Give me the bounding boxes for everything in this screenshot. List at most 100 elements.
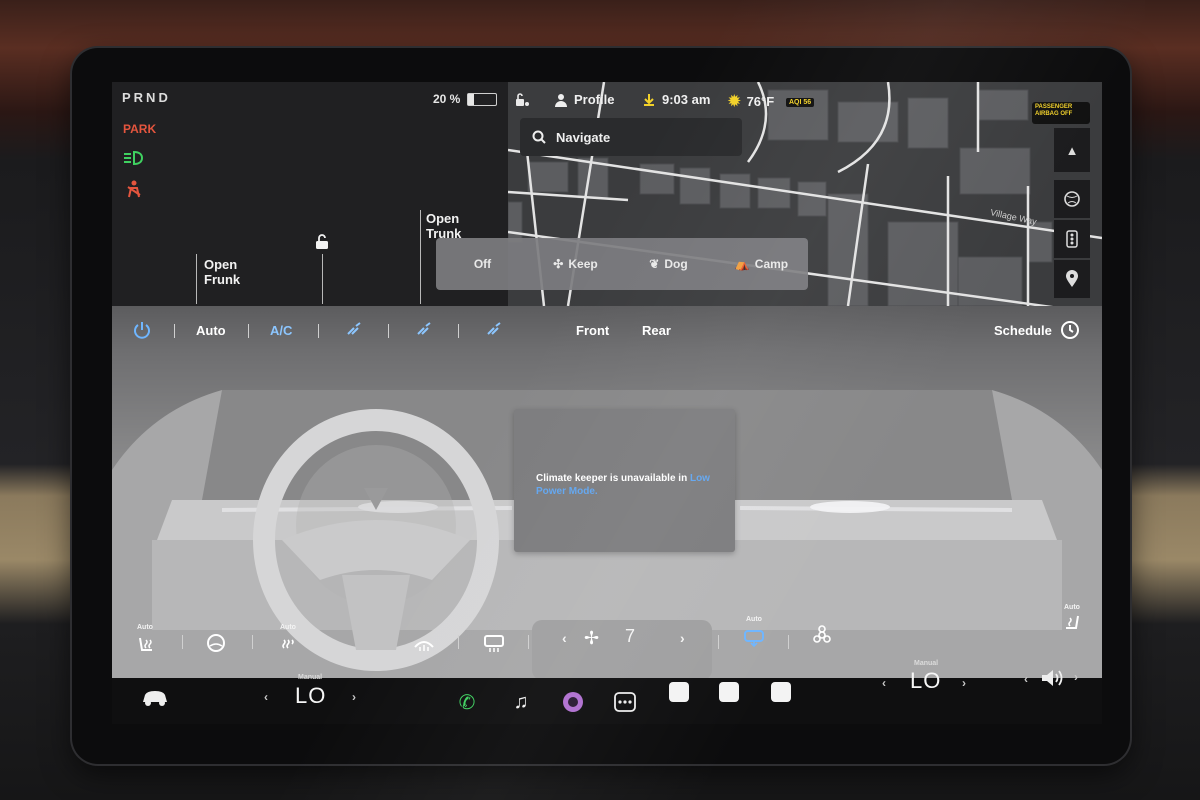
passenger-temperature[interactable]: LO bbox=[910, 668, 941, 694]
keeper-off-label: Off bbox=[473, 257, 492, 271]
profile-icon bbox=[555, 93, 567, 107]
app-shortcut-1[interactable] bbox=[669, 682, 689, 702]
separator bbox=[528, 635, 529, 649]
frunk-label: Open Frunk bbox=[204, 257, 241, 287]
profile-button[interactable]: Profile bbox=[554, 92, 614, 107]
fan-icon: ✣ bbox=[553, 257, 564, 271]
navigate-placeholder: Navigate bbox=[556, 129, 611, 145]
center-info-screen: Climate keeper is unavailable in Low Pow… bbox=[514, 409, 735, 552]
steering-heater-icon[interactable] bbox=[204, 632, 228, 654]
gear-selector[interactable]: PRND bbox=[122, 90, 171, 105]
recirculate-auto-label: Auto bbox=[746, 616, 762, 623]
auto-button[interactable]: Auto bbox=[196, 323, 226, 338]
keeper-option-keep[interactable]: ✣ Keep bbox=[529, 238, 622, 290]
separator bbox=[318, 324, 319, 338]
open-trunk-button[interactable]: Open Trunk bbox=[426, 211, 461, 241]
camera-icon bbox=[563, 692, 583, 712]
rear-tab[interactable]: Rear bbox=[642, 323, 671, 338]
climate-controls: Auto A/C Front Rear Schedule Climate kee… bbox=[112, 306, 1102, 678]
music-app[interactable]: ♫ bbox=[508, 689, 534, 715]
clock-icon[interactable] bbox=[1060, 320, 1080, 340]
traffic-button[interactable] bbox=[1054, 220, 1090, 258]
navigate-search-box[interactable]: Navigate bbox=[520, 118, 742, 156]
music-note-icon: ♫ bbox=[513, 690, 529, 713]
car-menu-icon[interactable] bbox=[140, 686, 170, 710]
profile-label: Profile bbox=[574, 92, 615, 107]
right-temp-mode: Manual bbox=[914, 660, 939, 667]
front-tab[interactable]: Front bbox=[576, 323, 609, 338]
keeper-dog-label: Dog bbox=[664, 257, 688, 271]
fan-icon: ✢ bbox=[584, 628, 600, 648]
front-defrost-icon[interactable] bbox=[412, 632, 436, 654]
seat-heat-auto-label: Auto bbox=[137, 624, 153, 631]
app-shortcut-3[interactable] bbox=[771, 682, 791, 702]
more-apps-button[interactable] bbox=[612, 689, 638, 715]
tent-icon: ⛺ bbox=[734, 257, 750, 271]
climate-top-row: Auto A/C Front Rear Schedule bbox=[112, 306, 1102, 356]
rear-defrost-icon[interactable] bbox=[482, 632, 506, 654]
separator bbox=[458, 324, 459, 338]
seat-heat-auto-label-2: Auto bbox=[280, 624, 296, 631]
phone-icon: ✆ bbox=[458, 691, 476, 714]
driver-seat-heater-icon[interactable] bbox=[134, 634, 158, 656]
right-temp-decrease[interactable]: ‹ bbox=[882, 676, 886, 690]
bottom-dock bbox=[112, 678, 1102, 724]
paw-icon: ❦ bbox=[649, 257, 660, 271]
search-icon bbox=[532, 130, 546, 144]
volume-decrease[interactable]: ‹ bbox=[1024, 672, 1028, 686]
sun-icon: ✹ bbox=[728, 93, 741, 110]
park-indicator: PARK bbox=[123, 122, 157, 136]
weather: ✹ 76°F bbox=[728, 92, 774, 110]
separator bbox=[252, 635, 253, 649]
trunk-leader-line bbox=[420, 210, 421, 304]
left-temp-increase[interactable]: › bbox=[352, 690, 356, 704]
passenger-seat-heater-icon[interactable] bbox=[276, 634, 300, 656]
keeper-option-off[interactable]: Off bbox=[436, 238, 529, 290]
bioweapon-defense-icon[interactable] bbox=[810, 624, 834, 646]
airflow-feet-icon[interactable] bbox=[414, 320, 434, 340]
left-temp-mode: Manual bbox=[298, 674, 323, 681]
touchscreen: PRND PARK 20 % Open Frunk Open Trunk Vil… bbox=[112, 82, 1102, 724]
separator bbox=[788, 635, 789, 649]
volume-icon[interactable] bbox=[1040, 668, 1066, 688]
car-lock-status-icon[interactable] bbox=[514, 92, 530, 108]
keeper-option-dog[interactable]: ❦ Dog bbox=[622, 238, 715, 290]
passenger-airbag-status: PASSENGER AIRBAG OFF bbox=[1032, 102, 1090, 124]
right-temp-increase[interactable]: › bbox=[962, 676, 966, 690]
fan-speed-value: 7 bbox=[625, 626, 636, 646]
unlock-icon[interactable] bbox=[315, 234, 329, 250]
map-layers-button[interactable] bbox=[1054, 180, 1090, 218]
traffic-light-icon bbox=[1066, 230, 1078, 248]
power-icon[interactable] bbox=[132, 320, 152, 340]
fan-increase-button[interactable]: › bbox=[680, 630, 685, 646]
airflow-face-icon[interactable] bbox=[344, 320, 364, 340]
message-text: Climate keeper is unavailable in bbox=[536, 473, 688, 484]
location-pin-icon bbox=[1066, 270, 1078, 287]
map-pin-button[interactable] bbox=[1054, 260, 1090, 298]
recirculate-icon[interactable] bbox=[742, 626, 766, 648]
camera-app[interactable] bbox=[560, 689, 586, 715]
climate-keeper-message: Climate keeper is unavailable in Low Pow… bbox=[536, 472, 716, 498]
volume-increase[interactable]: › bbox=[1074, 670, 1078, 684]
frunk-leader-line bbox=[196, 254, 197, 304]
passenger-seat-auto-label: Auto bbox=[1064, 604, 1080, 611]
passenger-seat-cooling-icon[interactable] bbox=[1060, 612, 1084, 634]
driver-temperature[interactable]: LO bbox=[295, 683, 326, 709]
open-frunk-button[interactable]: Open Frunk bbox=[204, 257, 240, 287]
top-status-bar: Profile 9:03 am ✹ 76°F AQI 56 PASSENGER … bbox=[508, 82, 1102, 124]
separator bbox=[718, 635, 719, 649]
globe-icon bbox=[1064, 191, 1080, 207]
keeper-option-camp[interactable]: ⛺ Camp bbox=[715, 238, 808, 290]
airflow-defrost-icon[interactable] bbox=[484, 320, 504, 340]
ac-button[interactable]: A/C bbox=[270, 323, 292, 338]
map-orientation-button[interactable]: ▲ bbox=[1054, 128, 1090, 172]
schedule-button[interactable]: Schedule bbox=[994, 323, 1052, 338]
fan-decrease-button[interactable]: ‹ bbox=[562, 630, 567, 646]
app-shortcut-2[interactable] bbox=[719, 682, 739, 702]
phone-app[interactable]: ✆ bbox=[454, 689, 480, 715]
headlights-icon bbox=[124, 150, 144, 166]
download-icon bbox=[644, 93, 654, 106]
time-label: 9:03 am bbox=[662, 92, 711, 107]
temperature-label: 76°F bbox=[746, 93, 775, 109]
left-temp-decrease[interactable]: ‹ bbox=[264, 690, 268, 704]
